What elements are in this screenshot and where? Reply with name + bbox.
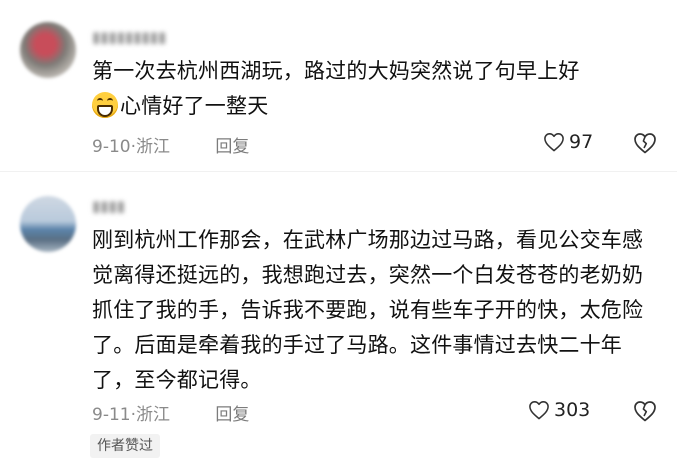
comment-location: 浙江 — [136, 405, 170, 425]
comment-text: 刚到杭州工作那会，在武林广场那边过马路，看见公交车感觉离得还挺远的，我想跑过去，… — [92, 228, 644, 392]
like-count: 303 — [554, 399, 591, 421]
reply-button[interactable]: 回复 — [215, 405, 249, 425]
like-button[interactable]: 303 — [528, 399, 590, 421]
comment-meta: 9-11·浙江 回复 — [92, 400, 249, 425]
author-liked-badge: 作者赞过 — [90, 434, 160, 458]
comment-item: ▮▮▮▮ 刚到杭州工作那会，在武林广场那边过马路，看见公交车感觉离得还挺远的，我… — [0, 0, 677, 471]
heart-outline-icon — [529, 401, 549, 420]
comment-date: 9-11 — [92, 405, 131, 425]
broken-heart-outline-icon[interactable] — [633, 400, 657, 422]
username[interactable]: ▮▮▮▮ — [92, 197, 138, 217]
avatar[interactable] — [20, 196, 76, 252]
